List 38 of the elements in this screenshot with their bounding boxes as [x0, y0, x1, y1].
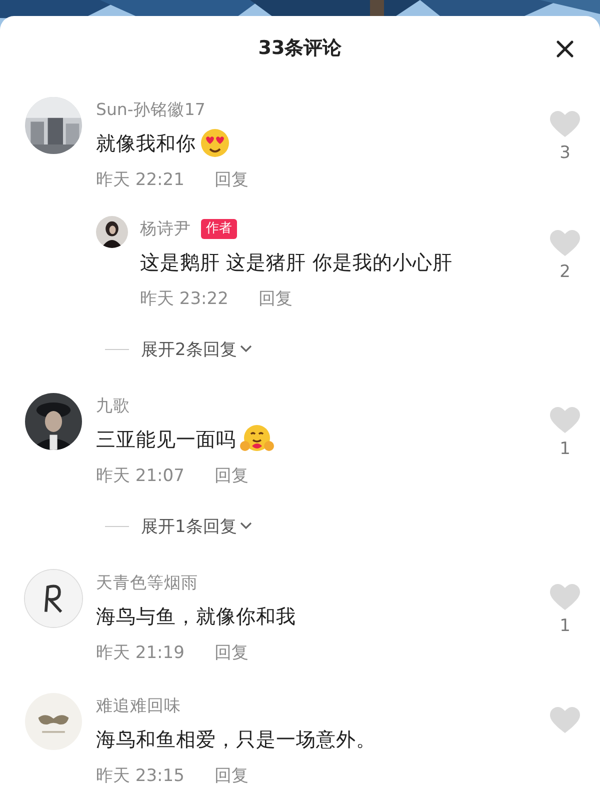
like-count: 2 [560, 261, 570, 283]
reply-link[interactable]: 回复 [214, 762, 248, 790]
expand-replies-link[interactable]: 展开1条回复 [141, 514, 253, 538]
comment-time: 昨天 21:19 [96, 642, 184, 665]
expand-replies-link[interactable]: 展开2条回复 [141, 338, 253, 360]
chevron-down-icon [238, 521, 253, 531]
chevron-down-icon [238, 344, 253, 354]
user-name[interactable]: 难追难回味 [96, 693, 181, 719]
heart-icon[interactable] [550, 584, 580, 611]
comment-text: 海鸟与鱼，就像你和我 [96, 604, 296, 630]
comment-text: 就像我和你 [96, 130, 196, 156]
comment-time: 昨天 23:15 [96, 765, 184, 788]
like-count: 3 [560, 142, 570, 164]
comment-text: 三亚能见一面吗 [96, 426, 236, 452]
user-name[interactable]: 杨诗尹 [140, 216, 191, 242]
reply-link[interactable]: 回复 [258, 285, 292, 313]
heart-icon[interactable] [550, 707, 580, 734]
comments-title: 33条评论 [258, 36, 342, 61]
reply-link[interactable]: 回复 [214, 166, 248, 194]
heart-icon[interactable] [550, 111, 580, 138]
close-icon[interactable] [556, 40, 574, 58]
comment-text: 这是鹅肝 这是猪肝 你是我的小心肝 [140, 250, 452, 276]
user-name[interactable]: 天青色等烟雨 [96, 570, 198, 596]
user-name[interactable]: 九歌 [96, 393, 130, 419]
like-count: 1 [560, 615, 570, 637]
hugging-emoji-icon [240, 424, 274, 454]
comment-text: 海鸟和鱼相爱，只是一场意外。 [96, 726, 376, 752]
comment-time: 昨天 21:07 [96, 465, 184, 488]
reply-link[interactable]: 回复 [214, 462, 248, 490]
heart-eyes-emoji-icon [200, 128, 230, 158]
heart-icon[interactable] [550, 230, 580, 257]
author-badge: 作者 [201, 219, 237, 239]
user-name[interactable]: Sun-孙铭徽17 [96, 97, 206, 123]
heart-icon[interactable] [550, 407, 580, 434]
reply-link[interactable]: 回复 [214, 639, 248, 667]
comment-time: 昨天 23:22 [140, 288, 228, 311]
comment-time: 昨天 22:21 [96, 169, 184, 192]
like-count: 1 [560, 438, 570, 460]
